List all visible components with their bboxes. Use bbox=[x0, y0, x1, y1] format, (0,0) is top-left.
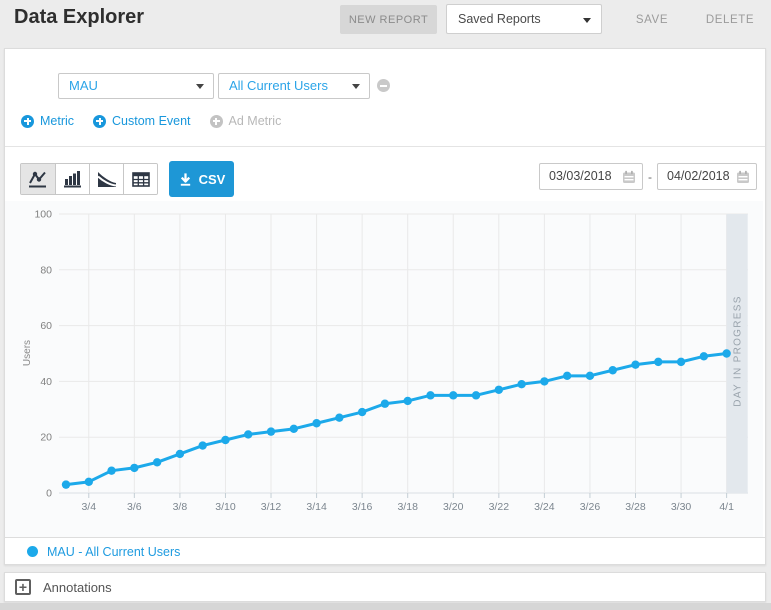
csv-download-button[interactable]: CSV bbox=[169, 161, 234, 197]
line-chart[interactable]: 3/4 3/6 3/8 3/10 3/12 3/14 3/16 3/18 3/20 3/22 3/2… bbox=[5, 201, 763, 537]
table-icon bbox=[132, 172, 150, 187]
area-chart-icon bbox=[97, 171, 117, 188]
add-ad-metric-link: Ad Metric bbox=[210, 114, 282, 128]
save-button[interactable]: SAVE bbox=[622, 5, 682, 34]
calendar-icon bbox=[622, 170, 636, 184]
plus-circle-icon bbox=[21, 115, 34, 128]
end-date-value: 04/02/2018 bbox=[667, 169, 730, 183]
add-ad-metric-label: Ad Metric bbox=[229, 114, 282, 128]
add-metric-label: Metric bbox=[40, 114, 74, 128]
add-metric-link[interactable]: Metric bbox=[21, 114, 74, 128]
svg-text:80: 80 bbox=[40, 264, 52, 276]
svg-text:3/14: 3/14 bbox=[306, 501, 327, 513]
svg-text:DAY IN PROGRESS: DAY IN PROGRESS bbox=[733, 295, 744, 406]
chart-canvas: 3/4 3/6 3/8 3/10 3/12 3/14 3/16 3/18 3/20 3/22 3/2… bbox=[5, 201, 763, 537]
end-date-input[interactable]: 04/02/2018 bbox=[657, 163, 757, 190]
chevron-down-icon bbox=[196, 84, 204, 89]
chart-type-switcher bbox=[20, 163, 158, 195]
svg-text:3/16: 3/16 bbox=[352, 501, 373, 513]
chevron-down-icon bbox=[352, 84, 360, 89]
svg-text:Users: Users bbox=[22, 340, 33, 366]
line-chart-icon bbox=[28, 170, 48, 189]
bar-chart-icon bbox=[63, 170, 82, 188]
svg-text:3/18: 3/18 bbox=[397, 501, 418, 513]
svg-text:60: 60 bbox=[40, 320, 52, 332]
add-row: Metric Custom Event Ad Metric bbox=[21, 113, 281, 129]
svg-text:3/4: 3/4 bbox=[81, 501, 96, 513]
date-separator: - bbox=[648, 170, 652, 184]
download-icon bbox=[178, 172, 193, 187]
chevron-down-icon bbox=[583, 18, 591, 23]
legend-series-label: MAU - All Current Users bbox=[47, 545, 180, 559]
delete-button[interactable]: DELETE bbox=[698, 5, 762, 34]
line-chart-type-button[interactable] bbox=[21, 164, 55, 194]
plus-circle-icon bbox=[93, 115, 106, 128]
saved-reports-label: Saved Reports bbox=[458, 12, 541, 26]
svg-text:3/12: 3/12 bbox=[261, 501, 282, 513]
start-date-input[interactable]: 03/03/2018 bbox=[539, 163, 643, 190]
new-report-button[interactable]: NEW REPORT bbox=[340, 5, 437, 34]
svg-text:20: 20 bbox=[40, 432, 52, 444]
area-chart-type-button[interactable] bbox=[89, 164, 123, 194]
svg-text:3/22: 3/22 bbox=[489, 501, 510, 513]
svg-text:100: 100 bbox=[34, 209, 52, 221]
svg-text:3/30: 3/30 bbox=[671, 501, 692, 513]
expand-plus-icon[interactable]: + bbox=[15, 579, 31, 595]
table-chart-type-button[interactable] bbox=[123, 164, 157, 194]
svg-text:3/20: 3/20 bbox=[443, 501, 464, 513]
add-custom-event-link[interactable]: Custom Event bbox=[93, 114, 191, 128]
plus-circle-icon bbox=[210, 115, 223, 128]
svg-text:3/10: 3/10 bbox=[215, 501, 236, 513]
page-title: Data Explorer bbox=[14, 6, 144, 29]
csv-label: CSV bbox=[199, 172, 226, 187]
annotations-section[interactable]: + Annotations bbox=[4, 572, 766, 602]
chart-legend[interactable]: MAU - All Current Users bbox=[5, 537, 765, 565]
svg-text:3/26: 3/26 bbox=[580, 501, 601, 513]
add-custom-event-label: Custom Event bbox=[112, 114, 191, 128]
bar-chart-type-button[interactable] bbox=[55, 164, 89, 194]
report-card: MAU All Current Users Metric Custom Even… bbox=[4, 48, 766, 565]
saved-reports-dropdown[interactable]: Saved Reports bbox=[446, 4, 602, 34]
metric-dropdown-value: MAU bbox=[69, 78, 98, 93]
segment-dropdown-value: All Current Users bbox=[229, 78, 328, 93]
remove-metric-icon[interactable] bbox=[377, 79, 390, 92]
annotations-label: Annotations bbox=[43, 580, 112, 595]
section-divider bbox=[5, 146, 765, 147]
metric-dropdown[interactable]: MAU bbox=[58, 73, 214, 99]
svg-text:0: 0 bbox=[46, 488, 52, 500]
svg-text:3/8: 3/8 bbox=[173, 501, 188, 513]
calendar-icon bbox=[736, 170, 750, 184]
svg-text:3/24: 3/24 bbox=[534, 501, 555, 513]
next-section-edge bbox=[0, 603, 771, 610]
segment-dropdown[interactable]: All Current Users bbox=[218, 73, 370, 99]
svg-text:3/28: 3/28 bbox=[625, 501, 646, 513]
svg-text:4/1: 4/1 bbox=[719, 501, 734, 513]
svg-text:40: 40 bbox=[40, 376, 52, 388]
date-range-picker: 03/03/2018 - 04/02/2018 bbox=[539, 163, 757, 190]
start-date-value: 03/03/2018 bbox=[549, 169, 612, 183]
legend-series-dot bbox=[27, 546, 38, 557]
svg-text:3/6: 3/6 bbox=[127, 501, 142, 513]
